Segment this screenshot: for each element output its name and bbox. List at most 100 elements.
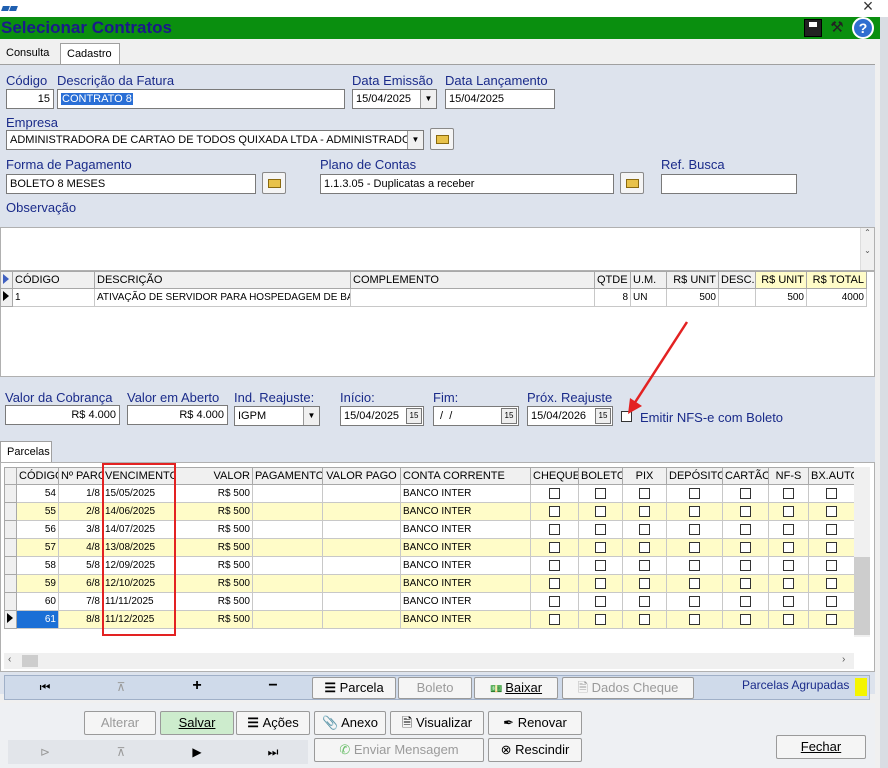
- plano-contas-folder-button[interactable]: [620, 172, 644, 194]
- items-cell-complemento[interactable]: [350, 288, 595, 307]
- forma-pagamento-folder-button[interactable]: [262, 172, 286, 194]
- data-emissao-select[interactable]: 15/04/2025 ▼: [352, 89, 437, 109]
- boleto-checkbox[interactable]: [595, 523, 606, 535]
- parcelas-cell-valor[interactable]: R$ 500: [174, 610, 253, 629]
- items-cell-codigo[interactable]: 1: [12, 288, 95, 307]
- prior-record-icon[interactable]: ⊼: [108, 677, 134, 697]
- parcelas-cell-codigo[interactable]: 61: [16, 610, 59, 629]
- parcelas-header-pagamento[interactable]: PAGAMENTO: [252, 467, 323, 485]
- parcelas-cell-pagamento[interactable]: [252, 556, 323, 575]
- calendar-icon[interactable]: 15: [595, 408, 611, 424]
- deposito-checkbox[interactable]: [689, 613, 700, 625]
- cartao-checkbox[interactable]: [740, 523, 751, 535]
- prior-record-icon[interactable]: ⊼: [108, 742, 134, 762]
- cheque-checkbox[interactable]: [549, 577, 560, 589]
- cartao-checkbox[interactable]: [740, 541, 751, 553]
- pix-checkbox[interactable]: [639, 559, 650, 571]
- table-row[interactable]: 1 ATIVAÇÃO DE SERVIDOR PARA HOSPEDAGEM D…: [0, 288, 867, 307]
- parcelas-cell-valor-pago[interactable]: [322, 520, 401, 539]
- dados-cheque-button[interactable]: 🗎 Dados Cheque: [562, 677, 694, 699]
- parcela-button[interactable]: ☰ Parcela: [312, 677, 396, 699]
- chevron-down-icon[interactable]: ▼: [303, 407, 319, 425]
- scrollbar-thumb[interactable]: [854, 557, 870, 635]
- nfs-checkbox[interactable]: [783, 577, 794, 589]
- parcelas-cell-parc[interactable]: 6/8: [58, 574, 103, 593]
- items-header-total[interactable]: R$ TOTAL: [806, 271, 867, 289]
- visualizar-button[interactable]: 🗎 Visualizar: [390, 711, 484, 735]
- parcelas-cell-parc[interactable]: 8/8: [58, 610, 103, 629]
- items-header-um[interactable]: U.M.: [630, 271, 667, 289]
- pix-checkbox[interactable]: [639, 613, 650, 625]
- deposito-checkbox[interactable]: [689, 577, 700, 589]
- cartao-checkbox[interactable]: [740, 505, 751, 517]
- items-header-qtde[interactable]: QTDE: [594, 271, 631, 289]
- valor-cobranca-field[interactable]: R$ 4.000: [5, 405, 120, 425]
- bx-auto-checkbox[interactable]: [826, 577, 837, 589]
- parcelas-cell-pagamento[interactable]: [252, 592, 323, 611]
- codigo-field[interactable]: 15: [6, 89, 54, 109]
- parcelas-cell-valor[interactable]: R$ 500: [174, 592, 253, 611]
- parcelas-cell-conta-corrente[interactable]: BANCO INTER: [400, 484, 531, 503]
- boleto-checkbox[interactable]: [595, 487, 606, 499]
- parcelas-cell-valor-pago[interactable]: [322, 556, 401, 575]
- parcelas-cell-conta-corrente[interactable]: BANCO INTER: [400, 520, 531, 539]
- save-icon[interactable]: [804, 19, 822, 37]
- items-cell-descricao[interactable]: ATIVAÇÃO DE SERVIDOR PARA HOSPEDAGEM DE …: [94, 288, 351, 307]
- pix-checkbox[interactable]: [639, 541, 650, 553]
- items-header-codigo[interactable]: CÓDIGO: [12, 271, 95, 289]
- cheque-checkbox[interactable]: [549, 541, 560, 553]
- empresa-folder-button[interactable]: [430, 128, 454, 150]
- deposito-checkbox[interactable]: [689, 595, 700, 607]
- ind-reajuste-select[interactable]: IGPM ▼: [234, 406, 320, 426]
- bx-auto-checkbox[interactable]: [826, 523, 837, 535]
- help-icon[interactable]: ?: [852, 17, 874, 39]
- parcelas-header-conta-corrente[interactable]: CONTA CORRENTE: [400, 467, 531, 485]
- nfs-checkbox[interactable]: [783, 613, 794, 625]
- add-parcela-icon[interactable]: +: [184, 676, 210, 696]
- nfs-checkbox[interactable]: [783, 487, 794, 499]
- parcelas-header-pix[interactable]: PIX: [622, 467, 667, 485]
- parcelas-cell-conta-corrente[interactable]: BANCO INTER: [400, 592, 531, 611]
- boleto-checkbox[interactable]: [595, 541, 606, 553]
- boleto-checkbox[interactable]: [595, 505, 606, 517]
- deposito-checkbox[interactable]: [689, 541, 700, 553]
- parcelas-header-cartao[interactable]: CARTÃO: [722, 467, 769, 485]
- cheque-checkbox[interactable]: [549, 559, 560, 571]
- parcelas-vertical-scrollbar[interactable]: [854, 467, 870, 637]
- parcelas-cell-conta-corrente[interactable]: BANCO INTER: [400, 556, 531, 575]
- calendar-icon[interactable]: 15: [501, 408, 517, 424]
- boleto-checkbox[interactable]: [595, 577, 606, 589]
- parcelas-cell-conta-corrente[interactable]: BANCO INTER: [400, 610, 531, 629]
- cheque-checkbox[interactable]: [549, 487, 560, 499]
- parcelas-cell-conta-corrente[interactable]: BANCO INTER: [400, 538, 531, 557]
- prox-reajuste-field[interactable]: 15/04/2026 15: [527, 406, 613, 426]
- cartao-checkbox[interactable]: [740, 487, 751, 499]
- bx-auto-checkbox[interactable]: [826, 559, 837, 571]
- salvar-button[interactable]: Salvar: [160, 711, 234, 735]
- parcelas-cell-codigo[interactable]: 54: [16, 484, 59, 503]
- boleto-button[interactable]: Boleto: [398, 677, 472, 699]
- parcelas-header-valor-pago[interactable]: VALOR PAGO: [322, 467, 401, 485]
- parcelas-header-deposito[interactable]: DEPÓSITO: [666, 467, 723, 485]
- forma-pagamento-field[interactable]: BOLETO 8 MESES: [6, 174, 256, 194]
- fim-field[interactable]: / / 15: [433, 406, 519, 426]
- boleto-checkbox[interactable]: [595, 559, 606, 571]
- baixar-button[interactable]: 💵 Baixar: [474, 677, 558, 699]
- parcelas-cell-valor-pago[interactable]: [322, 610, 401, 629]
- parcelas-cell-pagamento[interactable]: [252, 520, 323, 539]
- nfs-checkbox[interactable]: [783, 595, 794, 607]
- parcelas-cell-valor-pago[interactable]: [322, 502, 401, 521]
- deposito-checkbox[interactable]: [689, 487, 700, 499]
- parcelas-header-codigo[interactable]: CÓDIGO: [16, 467, 59, 485]
- ref-busca-field[interactable]: [661, 174, 797, 194]
- deposito-checkbox[interactable]: [689, 505, 700, 517]
- parcelas-header-parc[interactable]: Nº PARC: [58, 467, 103, 485]
- parcelas-cell-valor-pago[interactable]: [322, 484, 401, 503]
- parcelas-cell-valor[interactable]: R$ 500: [174, 538, 253, 557]
- bx-auto-checkbox[interactable]: [826, 505, 837, 517]
- parcelas-cell-codigo[interactable]: 60: [16, 592, 59, 611]
- parcelas-cell-codigo[interactable]: 57: [16, 538, 59, 557]
- parcelas-cell-pagamento[interactable]: [252, 502, 323, 521]
- next-record-icon[interactable]: ▶: [184, 742, 210, 762]
- parcelas-header-valor[interactable]: VALOR: [174, 467, 253, 485]
